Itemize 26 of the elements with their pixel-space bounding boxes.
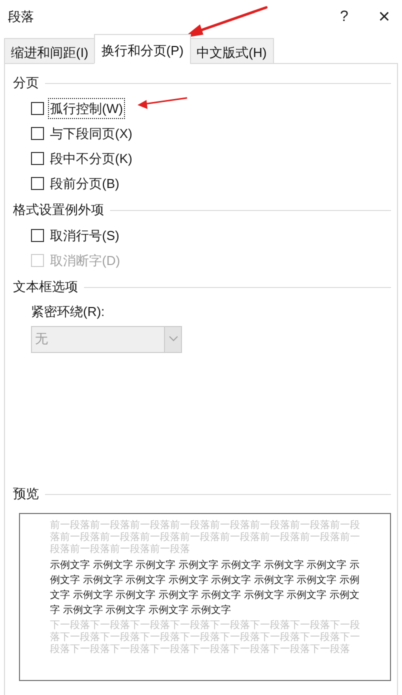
checkbox[interactable] [31, 152, 44, 165]
field-label: 紧密环绕(R): [31, 303, 106, 321]
checkbox[interactable] [31, 127, 44, 140]
help-button[interactable]: ? [340, 6, 348, 28]
checkbox-label[interactable]: 段前分页(B) [49, 174, 120, 194]
checkbox-label[interactable]: 孤行控制(W) [49, 98, 124, 118]
tab[interactable]: 缩进和间距(I) [4, 38, 96, 64]
next-paragraph-text: 下一段落下一段落下一段落下一段落下一段落下一段落下一段落下一段落下一段落下一段落下一段落下一段落下一段落下一段落下一段落下一段落下一段落下一段落下一段落下一段落下一段落下一段落下一段落 [50, 620, 360, 656]
group-heading: 预览 [13, 485, 39, 504]
checkbox[interactable] [31, 102, 44, 115]
tab[interactable]: 换行和分页(P) [94, 34, 191, 64]
tab[interactable]: 中文版式(H) [190, 38, 274, 64]
checkbox[interactable] [31, 229, 44, 242]
group-heading: 格式设置例外项 [13, 201, 104, 220]
checkbox-label[interactable]: 段中不分页(K) [49, 148, 134, 168]
group-heading: 分页 [13, 74, 39, 92]
checkbox-label[interactable]: 与下段同页(X) [49, 124, 134, 144]
close-button[interactable]: × [378, 7, 390, 27]
chevron-down-icon [168, 336, 178, 342]
dropdown-value: 无 [34, 330, 49, 348]
checkbox[interactable] [31, 177, 44, 190]
sample-text: 示例文字 示例文字 示例文字 示例文字 示例文字 示例文字 示例文字 示例文字 示例文字 示例文字 示例文字 示例文字 示例文字 示例文字 示例文字 示例文字 示例文字 示例文字 示例文字 示例文字 示例文字 示例文字 示例文字 示例文字 示例文字 示例文字 [50, 558, 360, 618]
previous-paragraph-text: 前一段落前一段落前一段落前一段落前一段落前一段落前一段落前一段落前一段落前一段落前一段落前一段落前一段落前一段落前一段落前一段落前一段落前一段落前一段落 [50, 520, 360, 556]
window-title: 段落 [8, 8, 35, 26]
group-heading: 文本框选项 [13, 278, 78, 296]
checkbox-label[interactable]: 取消行号(S) [49, 226, 120, 246]
